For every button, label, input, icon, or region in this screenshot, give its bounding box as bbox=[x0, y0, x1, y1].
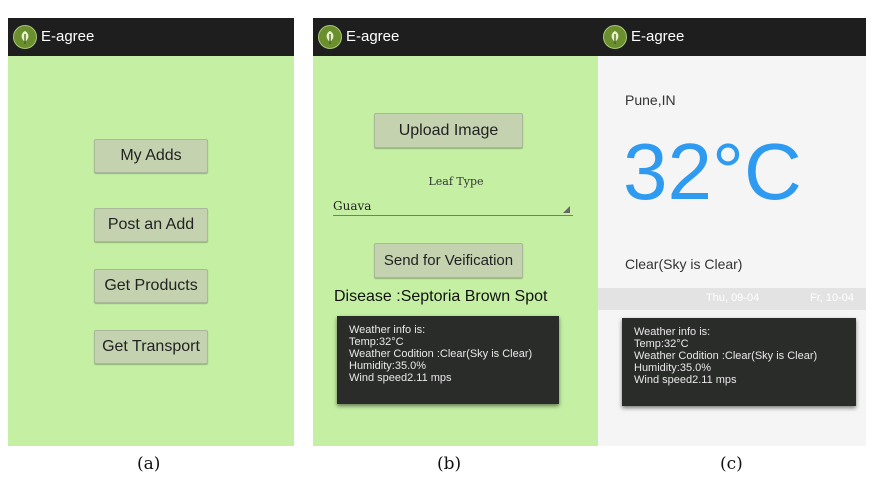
forecast-day[interactable]: Thu, 09-04 bbox=[706, 292, 759, 304]
upload-image-button[interactable]: Upload Image bbox=[374, 113, 523, 148]
forecast-day[interactable]: Fr, 10-04 bbox=[810, 292, 854, 304]
toast-line: Temp:32°C bbox=[634, 338, 689, 350]
get-transport-button[interactable]: Get Transport bbox=[94, 330, 208, 364]
leaf-type-value: Guava bbox=[333, 199, 372, 213]
weather-toast: Weather info is: Temp:32°C Weather Codit… bbox=[337, 316, 559, 404]
caption-a: (a) bbox=[137, 454, 161, 474]
post-an-add-button[interactable]: Post an Add bbox=[94, 208, 208, 242]
leaf-logo-icon bbox=[13, 25, 37, 49]
disease-result: Disease :Septoria Brown Spot bbox=[334, 288, 548, 305]
screen-c: E-agree Pune,IN 32°C Clear(Sky is Clear)… bbox=[598, 18, 866, 446]
toast-line: Weather Codition :Clear(Sky is Clear) bbox=[349, 348, 533, 360]
app-title: E-agree bbox=[346, 28, 400, 45]
toast-line: Temp:32°C bbox=[349, 336, 404, 348]
screen-a: E-agree My Adds Post an Add Get Products… bbox=[8, 18, 294, 446]
caption-c: (c) bbox=[720, 454, 743, 474]
toast-line: Weather info is: bbox=[634, 326, 711, 338]
toast-line: Weather Codition :Clear(Sky is Clear) bbox=[634, 350, 818, 362]
leaf-logo-icon bbox=[603, 25, 627, 49]
my-adds-button[interactable]: My Adds bbox=[94, 139, 208, 173]
temperature-display: 32°C bbox=[623, 127, 802, 216]
forecast-day-strip[interactable]: Thu, 09-04 Fr, 10-04 bbox=[598, 288, 866, 310]
toast-line: Wind speed2.11 mps bbox=[634, 374, 737, 386]
toast-line: Humidity:35.0% bbox=[349, 360, 427, 372]
toast-line: Weather info is: bbox=[349, 324, 426, 336]
caption-b: (b) bbox=[437, 454, 462, 474]
action-bar: E-agree bbox=[313, 18, 599, 56]
screen-b: E-agree Upload Image Leaf Type Guava Sen… bbox=[313, 18, 599, 446]
action-bar: E-agree bbox=[598, 18, 866, 56]
spinner-arrow-icon bbox=[563, 206, 570, 213]
app-title: E-agree bbox=[41, 28, 95, 45]
get-products-button[interactable]: Get Products bbox=[94, 269, 208, 303]
toast-line: Wind speed2.11 mps bbox=[349, 372, 452, 384]
leaf-logo-icon bbox=[318, 25, 342, 49]
condition-label: Clear(Sky is Clear) bbox=[625, 256, 743, 272]
action-bar: E-agree bbox=[8, 18, 294, 56]
city-label: Pune,IN bbox=[625, 92, 676, 108]
send-for-verification-button[interactable]: Send for Veification bbox=[374, 243, 523, 278]
spinner-underline bbox=[333, 215, 573, 216]
toast-line: Humidity:35.0% bbox=[634, 362, 712, 374]
app-title: E-agree bbox=[631, 28, 685, 45]
leaf-type-label: Leaf Type bbox=[428, 175, 484, 188]
weather-toast: Weather info is: Temp:32°C Weather Codit… bbox=[622, 318, 856, 406]
